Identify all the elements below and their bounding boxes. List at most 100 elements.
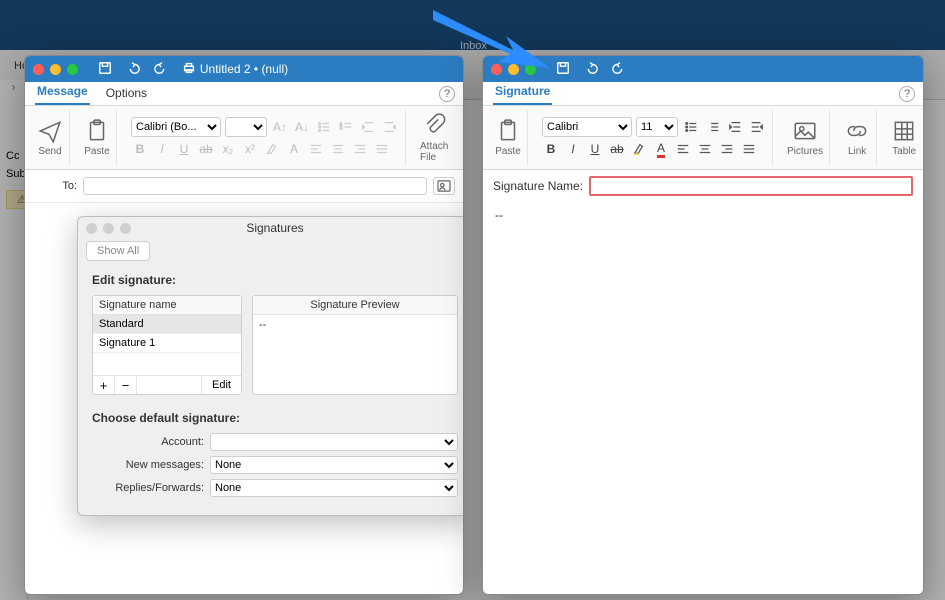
- signature-list-header: Signature name: [93, 296, 241, 315]
- signature-name-input[interactable]: [589, 176, 913, 196]
- sig-underline-icon[interactable]: U: [586, 140, 604, 158]
- tab-signature[interactable]: Signature: [493, 80, 552, 105]
- attach-label: Attach File: [420, 141, 451, 163]
- remove-signature-button[interactable]: −: [115, 376, 137, 394]
- subscript-icon[interactable]: x₂: [219, 140, 237, 158]
- modal-zoom-button[interactable]: [120, 223, 131, 234]
- font-color-icon[interactable]: A: [285, 140, 303, 158]
- sig-outdent-icon[interactable]: [726, 118, 744, 136]
- compose-ribbon: Send Paste Calibri (Bo... A↑ A↓ 12: [25, 106, 463, 170]
- redo-icon[interactable]: [152, 59, 170, 80]
- justify-icon[interactable]: [373, 140, 391, 158]
- show-all-button[interactable]: Show All: [86, 241, 150, 261]
- indent-icon[interactable]: [381, 118, 399, 136]
- signature-list: Signature name Standard Signature 1 + − …: [92, 295, 242, 395]
- sig-highlight-icon[interactable]: [630, 140, 648, 158]
- zoom-button[interactable]: [67, 64, 78, 75]
- align-center-icon[interactable]: [329, 140, 347, 158]
- save-icon[interactable]: [96, 59, 114, 80]
- sig-align-right-icon[interactable]: [718, 140, 736, 158]
- bold-icon[interactable]: B: [131, 140, 149, 158]
- account-select[interactable]: [210, 433, 458, 451]
- sig-traffic-lights[interactable]: [491, 64, 536, 75]
- sig-font-color-icon[interactable]: A: [652, 140, 670, 158]
- close-button[interactable]: [33, 64, 44, 75]
- to-input[interactable]: [83, 177, 427, 195]
- signature-preview: Signature Preview --: [252, 295, 458, 395]
- font-name-select[interactable]: Calibri (Bo...: [131, 117, 221, 137]
- link-group[interactable]: Link: [838, 110, 877, 165]
- signature-name-row: Signature Name:: [483, 170, 923, 202]
- traffic-lights[interactable]: [33, 64, 78, 75]
- add-signature-button[interactable]: +: [93, 376, 115, 394]
- sig-paste-label: Paste: [495, 146, 521, 157]
- signature-name-label: Signature Name:: [493, 179, 583, 193]
- outdent-icon[interactable]: [359, 118, 377, 136]
- send-group[interactable]: Send: [31, 110, 70, 165]
- signature-editor-window: Signature ? Paste Calibri 11 B I U: [482, 55, 924, 595]
- modal-minimize-button[interactable]: [103, 223, 114, 234]
- tab-message[interactable]: Message: [35, 80, 90, 105]
- sig-save-icon[interactable]: [554, 59, 572, 80]
- help-icon[interactable]: ?: [439, 86, 455, 102]
- replies-forwards-select[interactable]: None: [210, 479, 458, 497]
- sig-help-icon[interactable]: ?: [899, 86, 915, 102]
- new-messages-label: New messages:: [92, 459, 204, 471]
- compose-tabs: Message Options: [25, 82, 463, 106]
- signature-editor-body[interactable]: --: [483, 202, 923, 594]
- sig-indent-icon[interactable]: [748, 118, 766, 136]
- sig-italic-icon[interactable]: I: [564, 140, 582, 158]
- modal-close-button[interactable]: [86, 223, 97, 234]
- sig-undo-icon[interactable]: [582, 59, 600, 80]
- sig-zoom-button[interactable]: [525, 64, 536, 75]
- send-label: Send: [38, 146, 61, 157]
- sig-strike-icon[interactable]: ab: [608, 140, 626, 158]
- align-left-icon[interactable]: [307, 140, 325, 158]
- superscript-icon[interactable]: x²: [241, 140, 259, 158]
- bg-inbox-fragment: Inbox: [460, 40, 487, 52]
- sig-align-left-icon[interactable]: [674, 140, 692, 158]
- edit-signature-button[interactable]: Edit: [201, 376, 241, 394]
- underline-icon[interactable]: U: [175, 140, 193, 158]
- bullets-icon[interactable]: [315, 118, 333, 136]
- sig-font-size-select[interactable]: 11: [636, 117, 678, 137]
- paste-group[interactable]: Paste: [78, 110, 117, 165]
- table-group[interactable]: Table: [885, 110, 923, 165]
- address-book-button[interactable]: [433, 177, 455, 195]
- align-right-icon[interactable]: [351, 140, 369, 158]
- modal-traffic-lights[interactable]: [86, 223, 131, 234]
- sig-redo-icon[interactable]: [610, 59, 628, 80]
- sig-align-center-icon[interactable]: [696, 140, 714, 158]
- minimize-button[interactable]: [50, 64, 61, 75]
- strike-icon[interactable]: ab: [197, 140, 215, 158]
- account-label: Account:: [92, 436, 204, 448]
- highlight-icon[interactable]: [263, 140, 281, 158]
- sig-bullets-icon[interactable]: [682, 118, 700, 136]
- table-label: Table: [892, 146, 916, 157]
- sig-justify-icon[interactable]: [740, 140, 758, 158]
- decrease-font-icon[interactable]: A↓: [293, 118, 311, 136]
- tab-options[interactable]: Options: [104, 82, 149, 105]
- sig-ribbon: Paste Calibri 11 B I U ab A: [483, 106, 923, 170]
- print-icon[interactable]: [180, 59, 198, 80]
- signature-row-signature1[interactable]: Signature 1: [93, 334, 241, 353]
- sig-font-name-select[interactable]: Calibri: [542, 117, 632, 137]
- pictures-group[interactable]: Pictures: [781, 110, 830, 165]
- sig-minimize-button[interactable]: [508, 64, 519, 75]
- sig-tabs: Signature: [483, 82, 923, 106]
- italic-icon[interactable]: I: [153, 140, 171, 158]
- increase-font-icon[interactable]: A↑: [271, 118, 289, 136]
- font-size-select[interactable]: [225, 117, 267, 137]
- new-messages-select[interactable]: None: [210, 456, 458, 474]
- sig-paste-group[interactable]: Paste: [489, 110, 528, 165]
- svg-text:2: 2: [340, 125, 343, 130]
- sig-close-button[interactable]: [491, 64, 502, 75]
- signature-row-standard[interactable]: Standard: [93, 315, 241, 334]
- numbering-icon[interactable]: 12: [337, 118, 355, 136]
- sig-bold-icon[interactable]: B: [542, 140, 560, 158]
- sig-titlebar[interactable]: [483, 56, 923, 82]
- undo-icon[interactable]: [124, 59, 142, 80]
- attach-group[interactable]: Attach File: [414, 110, 457, 165]
- compose-titlebar[interactable]: Untitled 2 • (null): [25, 56, 463, 82]
- sig-numbering-icon[interactable]: [704, 118, 722, 136]
